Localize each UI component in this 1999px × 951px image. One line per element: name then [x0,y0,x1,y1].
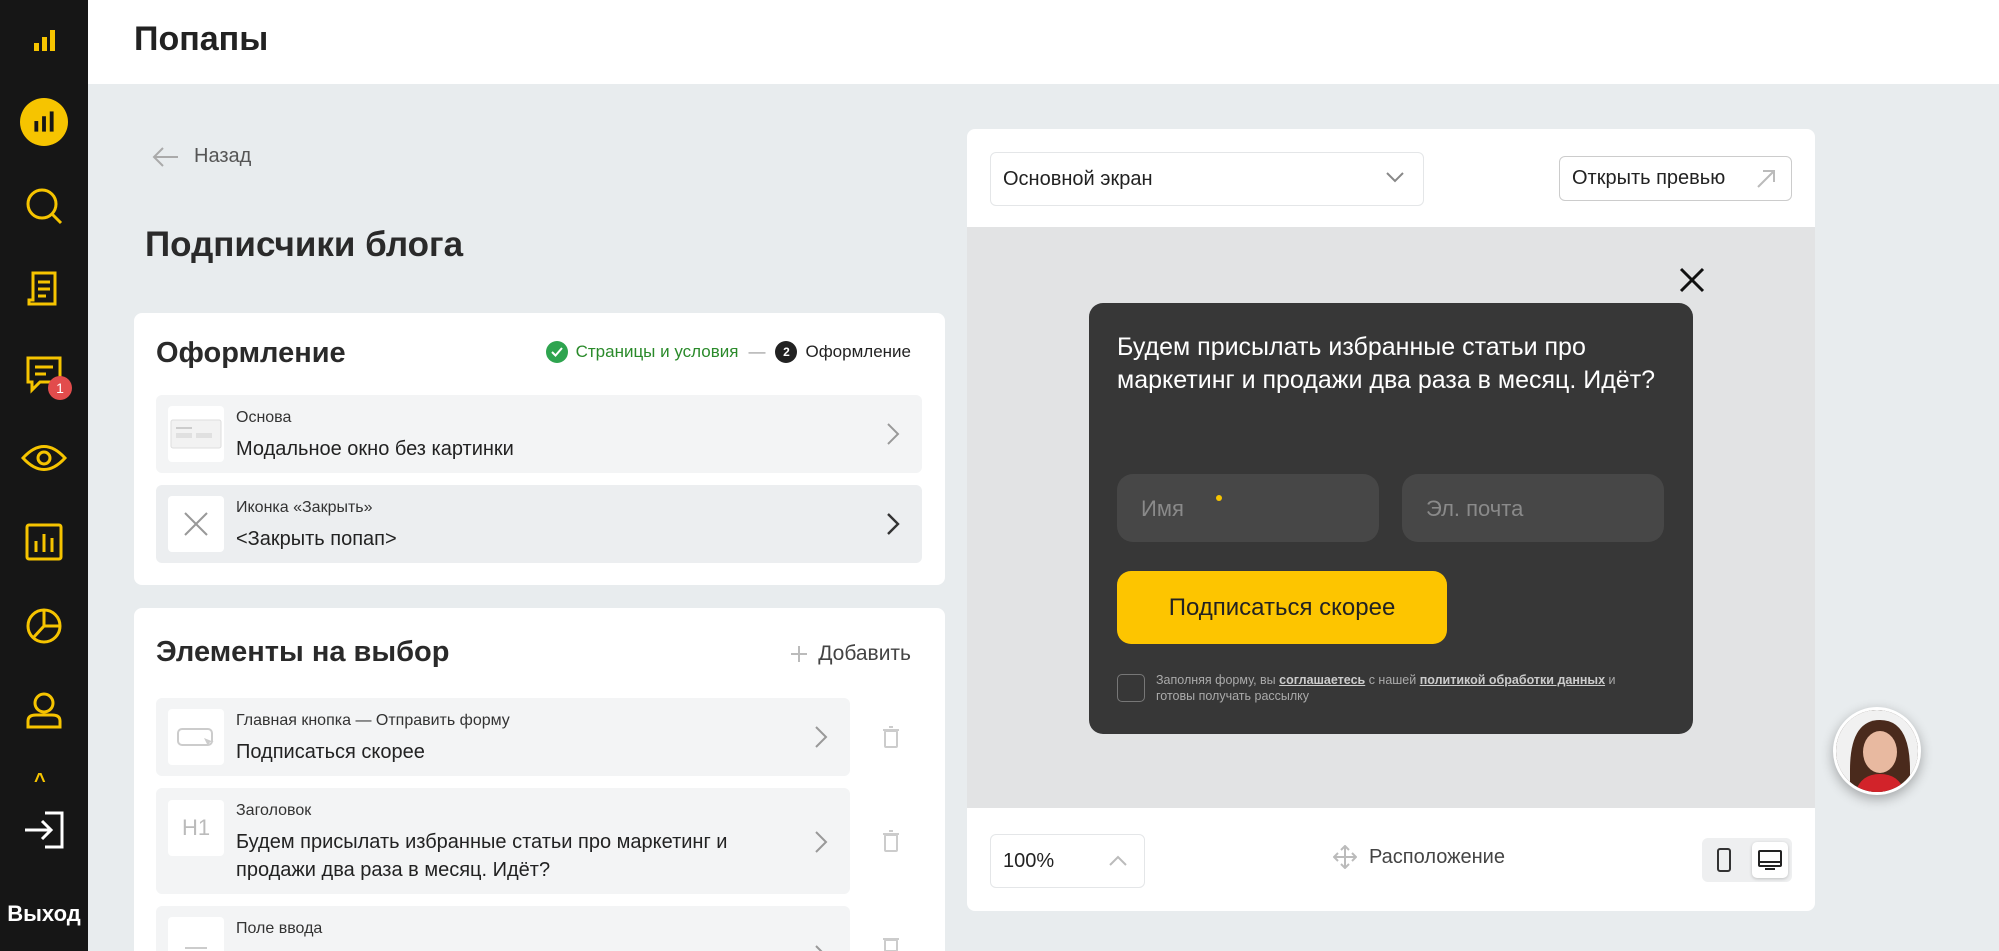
step-label: Страницы и условия [575,342,739,361]
desktop-view-button[interactable] [1752,842,1788,878]
layout-control[interactable]: Расположение [1333,845,1505,869]
zoom-select[interactable]: 100% [990,834,1145,888]
mobile-icon [1717,848,1731,872]
trash-icon[interactable] [882,726,900,748]
consent-prefix: Заполняя форму, вы [1156,673,1276,687]
chevron-down-icon [1386,172,1404,183]
elements-card: Элементы на выбор Добавить Главная кнопк… [134,608,945,951]
avatar-photo-icon [1836,710,1918,792]
chevron-right-icon [815,945,823,951]
zoom-value: 100% [1003,850,1055,872]
row-value: <Закрыть попап> [236,528,397,550]
email-placeholder: Эл. почта [1426,496,1524,521]
popup-heading: Будем присылать избранные статьи про мар… [1117,333,1656,394]
row-label: Заголовок [236,802,312,819]
popup-subscribe-button[interactable]: Подписаться скорее [1117,571,1447,644]
step-design[interactable]: 2 Оформление [775,341,911,363]
step-number: 2 [775,341,798,363]
preview-panel: Основной экран Открыть превью Будем прис… [967,129,1815,911]
support-chat-avatar[interactable] [1833,707,1921,795]
consent-mid: с нашей [1368,673,1417,687]
row-input-field[interactable]: Поле ввода [156,906,850,951]
step-label: Оформление [805,342,911,361]
row-base[interactable]: Основа Модальное окно без картинки [156,395,922,473]
trash-icon[interactable] [882,935,900,951]
popup-preview: Будем присылать избранные статьи про мар… [1089,303,1693,734]
chevron-right-icon [887,513,900,535]
step-pages-conditions[interactable]: Страницы и условия [545,341,739,363]
user-icon[interactable] [20,686,68,734]
mobile-view-button[interactable] [1706,842,1742,878]
sidebar: 1 ^ Выход [0,0,88,951]
preview-stage: Будем присылать избранные статьи про мар… [967,227,1815,808]
pie-chart-icon[interactable] [20,602,68,650]
desktop-icon [1758,850,1782,870]
name-placeholder: Имя [1141,496,1184,521]
row-label: Основа [236,409,292,426]
layout-thumb-icon [168,406,224,462]
open-preview-label: Открыть превью [1572,167,1726,189]
trash-icon[interactable] [882,830,900,852]
add-element-button[interactable]: Добавить [790,642,911,666]
check-icon [545,341,568,363]
chevron-right-icon [887,423,900,445]
chevron-up-icon [1109,855,1127,866]
row-label: Поле ввода [236,920,323,937]
design-card-title: Оформление [156,337,346,369]
layout-label: Расположение [1369,845,1505,868]
device-toggle [1702,838,1792,882]
collapse-caret[interactable]: ^ [34,770,46,793]
add-label: Добавить [818,642,911,665]
back-label: Назад [194,145,252,167]
row-value: Будем присылать избранные статьи про мар… [236,831,728,881]
close-popup-icon[interactable] [1678,266,1706,294]
chevron-right-icon [815,726,828,748]
row-main-button[interactable]: Главная кнопка — Отправить форму Подписа… [156,698,850,776]
page-header-title: Попапы [134,20,269,58]
arrow-left-icon [152,146,178,167]
page-title: Подписчики блога [145,225,464,264]
design-card: Оформление Страницы и условия — 2 Оформл… [134,313,945,585]
document-icon[interactable] [20,266,68,314]
row-label: Иконка «Закрыть» [236,499,373,516]
consent-text: Заполняя форму, вы соглашаетесь с нашей … [1156,672,1656,704]
notification-badge: 1 [48,376,72,400]
plus-icon [791,646,808,662]
back-link[interactable]: Назад [152,145,251,168]
button-icon [168,709,224,765]
steps-indicator: Страницы и условия — 2 Оформление [545,341,911,363]
search-icon[interactable] [20,182,68,230]
privacy-policy-link[interactable]: политикой обработки данных [1420,673,1605,687]
move-icon [1333,845,1357,869]
popup-name-input[interactable]: Имя [1117,474,1379,542]
consent-checkbox[interactable] [1117,674,1145,702]
screen-select-value: Основной экран [1003,168,1153,190]
logo-icon[interactable] [20,16,68,64]
eye-icon[interactable] [20,434,68,482]
heading-icon: H1 [168,800,224,856]
row-close-icon[interactable]: Иконка «Закрыть» <Закрыть попап> [156,485,922,563]
required-dot [1216,495,1222,501]
elements-card-title: Элементы на выбор [156,636,450,668]
row-value: Модальное окно без картинки [236,438,514,460]
open-preview-button[interactable]: Открыть превью [1559,156,1792,201]
close-icon [168,496,224,552]
input-icon [168,917,224,951]
step-separator: — [748,342,766,361]
chart-icon[interactable] [20,518,68,566]
row-heading[interactable]: H1 Заголовок Будем присылать избранные с… [156,788,850,894]
logout-icon[interactable] [20,806,68,854]
popup-email-input[interactable]: Эл. почта [1402,474,1664,542]
dashboard-icon[interactable] [20,98,68,146]
consent-agree-link[interactable]: соглашаетесь [1279,673,1365,687]
screen-select[interactable]: Основной экран [990,152,1424,206]
topbar: Попапы [88,0,1999,84]
row-label: Главная кнопка — Отправить форму [236,712,510,729]
row-value: Подписаться скорее [236,741,425,763]
external-link-icon [1757,170,1775,188]
logout-label[interactable]: Выход [0,901,88,927]
chevron-right-icon [815,831,828,853]
